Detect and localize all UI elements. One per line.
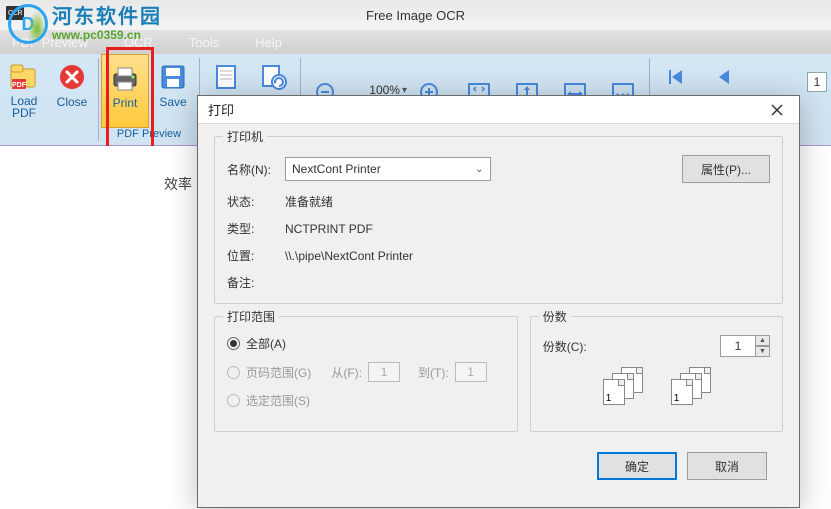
- radio-icon: [227, 337, 240, 350]
- status-label: 状态:: [227, 193, 285, 210]
- radio-icon: [227, 366, 240, 379]
- section-pdf-preview: PDF Preview: [117, 128, 181, 142]
- copies-legend: 份数: [539, 308, 571, 325]
- dialog-close-button[interactable]: [759, 99, 795, 121]
- range-selection-radio[interactable]: 选定范围(S): [227, 392, 505, 409]
- menu-help[interactable]: Help: [251, 35, 286, 50]
- page-number-input[interactable]: [807, 72, 827, 92]
- range-pages-radio[interactable]: 页码范围(G) 从(F): 到(T):: [227, 362, 505, 382]
- load-pdf-button[interactable]: PDF Load PDF: [0, 54, 48, 128]
- document-refresh-icon: [260, 61, 288, 93]
- collate-illustration: 3 2 1 3 2 1: [603, 367, 770, 407]
- to-label: 到(T):: [418, 364, 449, 381]
- print-range-legend: 打印范围: [223, 308, 279, 325]
- app-icon: OCR: [6, 6, 24, 20]
- copies-label: 份数(C):: [543, 338, 587, 355]
- printer-group-legend: 打印机: [223, 128, 267, 145]
- from-input: [368, 362, 400, 382]
- dialog-title: 打印: [208, 100, 234, 119]
- document-icon: [214, 61, 238, 93]
- document-text: 效率: [164, 174, 192, 194]
- print-range-group: 打印范围 全部(A) 页码范围(G) 从(F): 到(T): 选定范围(S): [214, 316, 518, 432]
- menu-bar: PDF Preview OCR Tools Help: [0, 30, 831, 54]
- app-title: Free Image OCR: [366, 8, 465, 23]
- close-icon: [771, 104, 783, 116]
- printer-group: 打印机 名称(N): NextCont Printer ⌄ 属性(P)... 状…: [214, 136, 783, 304]
- from-label: 从(F):: [331, 364, 362, 381]
- menu-tools[interactable]: Tools: [185, 35, 223, 50]
- printer-icon: [110, 62, 140, 94]
- menu-pdf-preview[interactable]: PDF Preview: [8, 35, 92, 50]
- comment-label: 备注:: [227, 274, 285, 291]
- status-value: 准备就绪: [285, 193, 333, 210]
- folder-pdf-icon: PDF: [9, 61, 39, 93]
- range-all-radio[interactable]: 全部(A): [227, 335, 505, 352]
- print-button[interactable]: Print: [101, 54, 149, 128]
- dialog-titlebar: 打印: [198, 96, 799, 124]
- location-label: 位置:: [227, 247, 285, 264]
- to-input: [455, 362, 487, 382]
- copies-input[interactable]: [720, 335, 756, 357]
- save-button[interactable]: Save: [149, 54, 197, 128]
- menu-ocr[interactable]: OCR: [120, 35, 157, 50]
- first-page-icon: [664, 61, 688, 93]
- printer-name-label: 名称(N):: [227, 161, 285, 178]
- copies-spin-up[interactable]: ▲: [755, 335, 770, 346]
- title-bar: OCR Free Image OCR: [0, 0, 831, 30]
- printer-properties-button[interactable]: 属性(P)...: [682, 155, 770, 183]
- type-value: NCTPRINT PDF: [285, 222, 373, 236]
- radio-icon: [227, 394, 240, 407]
- print-dialog: 打印 打印机 名称(N): NextCont Printer ⌄ 属性(P)..…: [197, 95, 800, 508]
- ok-button[interactable]: 确定: [597, 452, 677, 480]
- copies-group: 份数 份数(C): ▲ ▼ 3 2 1: [530, 316, 783, 432]
- type-label: 类型:: [227, 220, 285, 237]
- cancel-button[interactable]: 取消: [687, 452, 767, 480]
- prev-page-icon: [712, 61, 736, 93]
- save-icon: [159, 61, 187, 93]
- close-button[interactable]: Close: [48, 54, 96, 128]
- location-value: \\.\pipe\NextCont Printer: [285, 249, 413, 263]
- chevron-down-icon: ⌄: [475, 164, 483, 175]
- svg-text:PDF: PDF: [12, 82, 27, 89]
- printer-name-select[interactable]: NextCont Printer ⌄: [285, 157, 491, 181]
- close-icon: [58, 61, 86, 93]
- copies-spin-down[interactable]: ▼: [755, 346, 770, 357]
